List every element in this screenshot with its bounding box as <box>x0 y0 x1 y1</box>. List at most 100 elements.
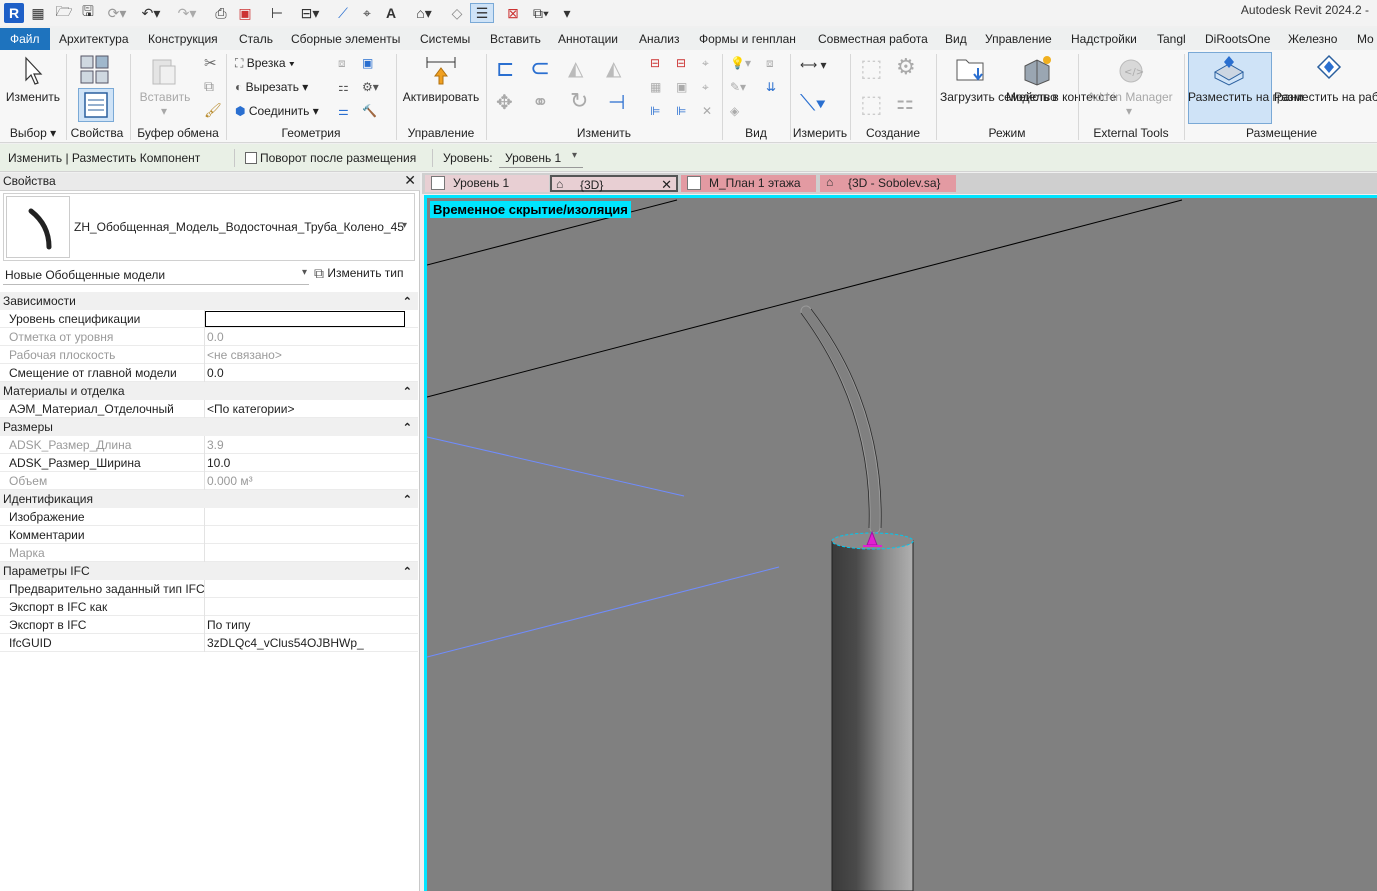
create-group-icon[interactable]: ⬚ <box>860 90 883 119</box>
geometry-tool-1-icon[interactable]: ⧈ <box>338 56 346 71</box>
property-value[interactable]: 0.0 <box>207 364 224 382</box>
measure-between-icon[interactable]: ⟷ ▾ <box>800 58 827 72</box>
tab-massing-site[interactable]: Формы и генплан <box>699 28 796 50</box>
paste-icon[interactable] <box>149 56 179 88</box>
property-group-header[interactable]: Материалы и отделка ⌃ <box>0 382 418 400</box>
tab-precast[interactable]: Сборные элементы <box>291 28 400 50</box>
property-row[interactable]: Комментарии <box>0 526 418 544</box>
property-value[interactable] <box>205 311 405 327</box>
edit-type-button[interactable]: ⧉ Изменить тип <box>314 265 404 285</box>
geometry-tool-3-icon[interactable]: ⚏ <box>338 80 349 94</box>
offset-icon[interactable]: ⊂ <box>530 54 550 83</box>
export-icon[interactable]: ▣ <box>236 3 254 23</box>
collapse-icon[interactable]: ⌃ <box>403 419 412 437</box>
tag-icon[interactable]: ⌖ <box>358 3 376 23</box>
linework-icon[interactable]: ✎▾ <box>730 80 746 94</box>
property-row[interactable]: Объем 0.000 м³ <box>0 472 418 490</box>
trim-multiple-icon[interactable]: ⊫ <box>650 104 660 118</box>
split-icon[interactable]: ⊟ <box>650 56 660 70</box>
tab-manage[interactable]: Управление <box>985 28 1052 50</box>
panel-select[interactable]: Выбор ▾ <box>4 126 62 142</box>
property-row[interactable]: Марка <box>0 544 418 562</box>
property-group-header[interactable]: Размеры ⌃ <box>0 418 418 436</box>
view-tab-level-1[interactable]: Уровень 1 <box>425 175 549 192</box>
property-row[interactable]: Смещение от главной модели 0.0 <box>0 364 418 382</box>
property-row[interactable]: Уровень спецификации <box>0 310 418 328</box>
close-hidden-icon[interactable]: ⊠ <box>504 3 522 23</box>
scale-icon[interactable]: ▣ <box>676 80 687 94</box>
instance-filter-select[interactable]: Новые Обобщенные модели ▾ <box>3 265 309 285</box>
property-value[interactable]: 10.0 <box>207 454 230 472</box>
text-icon[interactable]: A <box>382 3 400 23</box>
property-group-header[interactable]: Параметры IFC ⌃ <box>0 562 418 580</box>
sync-icon[interactable]: ⟳▾ <box>106 3 128 23</box>
view-tool-icon[interactable]: ⇊ <box>766 80 776 94</box>
create-assembly-icon[interactable]: ⬚ <box>860 54 883 83</box>
tab-annotate[interactable]: Аннотации <box>558 28 618 50</box>
tab-tangl[interactable]: Tangl <box>1157 28 1186 50</box>
copy-icon[interactable]: ⧉ <box>204 78 214 95</box>
thin-lines-icon[interactable]: ☰ <box>470 3 494 23</box>
property-row[interactable]: Изображение <box>0 508 418 526</box>
cut-scissors-icon[interactable]: ✂ <box>204 54 217 72</box>
tab-collaborate[interactable]: Совместная работа <box>818 28 928 50</box>
trim-single-icon[interactable]: ⊫ <box>676 104 686 118</box>
property-row[interactable]: Экспорт в IFC По типу <box>0 616 418 634</box>
property-group-header[interactable]: Идентификация ⌃ <box>0 490 418 508</box>
pin-icon[interactable]: ⌖ <box>702 56 709 71</box>
split-gap-icon[interactable]: ⊟ <box>676 56 686 70</box>
collapse-icon[interactable]: ⌃ <box>403 563 412 581</box>
tab-dirootsone[interactable]: DiRootsOne <box>1205 28 1270 50</box>
close-tab-icon[interactable]: ✕ <box>661 176 672 193</box>
collapse-icon[interactable]: ⌃ <box>403 293 412 311</box>
mirror-draw-icon[interactable]: ◭ <box>606 56 621 81</box>
property-value[interactable]: <По категории> <box>207 400 294 418</box>
array-icon[interactable]: ▦ <box>650 80 661 94</box>
property-row[interactable]: АЭМ_Материал_Отделочный <По категории> <box>0 400 418 418</box>
property-row[interactable]: Отметка от уровня 0.0 <box>0 328 418 346</box>
tab-addins[interactable]: Надстройки <box>1071 28 1137 50</box>
create-parts-icon[interactable]: ⚙ <box>896 54 916 80</box>
property-row[interactable]: Предварительно заданный тип IFC <box>0 580 418 598</box>
type-selector[interactable]: ZH_Обобщенная_Модель_Водосточная_Труба_К… <box>3 193 415 261</box>
undo-icon[interactable]: ↶▾ <box>140 3 162 23</box>
save-icon[interactable]: 🖫 <box>80 3 96 23</box>
geometry-tool-2-icon[interactable]: ▣ <box>362 56 373 70</box>
tab-zhelezno[interactable]: Железно <box>1288 28 1337 50</box>
home-grid-icon[interactable]: ▦ <box>30 3 46 23</box>
property-value[interactable]: 3zDLQc4_vClus54OJBHWp_ <box>207 634 364 652</box>
tab-structure[interactable]: Конструкция <box>148 28 218 50</box>
delete-icon[interactable]: ✕ <box>702 104 712 118</box>
tab-insert[interactable]: Вставить <box>490 28 541 50</box>
tab-systems[interactable]: Системы <box>420 28 470 50</box>
align-dimension-icon[interactable]: ⊢ <box>268 3 286 23</box>
3d-view-icon[interactable]: ⌂▾ <box>410 3 438 23</box>
property-group-header[interactable]: Зависимости ⌃ <box>0 292 418 310</box>
tab-file[interactable]: Файл <box>0 28 50 50</box>
join-button[interactable]: ⬢ Соединить ▾ <box>235 104 319 118</box>
place-on-work-plane-button[interactable]: Разместить на рабочей плоскост <box>1274 90 1377 105</box>
paste-dropdown-icon[interactable]: ▾ <box>161 104 167 118</box>
tab-analyze[interactable]: Анализ <box>639 28 680 50</box>
redo-icon[interactable]: ↷▾ <box>176 3 198 23</box>
open-folder-icon[interactable]: 🗁 <box>55 3 72 23</box>
downpipe-body[interactable] <box>831 540 914 891</box>
geometry-tool-5-icon[interactable]: ⚌ <box>338 104 349 118</box>
measure-icon[interactable]: ⊟▾ <box>298 3 322 23</box>
geometry-tool-4-icon[interactable]: ⚙▾ <box>362 80 379 94</box>
collapse-icon[interactable]: ⌃ <box>403 491 412 509</box>
create-similar-icon[interactable]: ⚏ <box>896 90 914 115</box>
property-row[interactable]: ADSK_Размер_Ширина 10.0 <box>0 454 418 472</box>
tab-steel[interactable]: Сталь <box>239 28 273 50</box>
qat-customize-icon[interactable]: ▾ <box>560 3 574 23</box>
level-select[interactable]: Уровень 1 ▾ <box>499 148 583 168</box>
align-icon[interactable]: ⊏ <box>496 56 514 82</box>
modify-button[interactable]: Изменить <box>5 90 61 105</box>
view-tab-3d-sobolev[interactable]: ⌂ {3D - Sobolev.sa} <box>820 175 956 192</box>
hide-element-icon[interactable]: 💡▾ <box>730 56 751 70</box>
rotate-icon[interactable]: ↻ <box>570 88 588 114</box>
property-value[interactable]: По типу <box>207 616 250 634</box>
activate-button[interactable]: Активировать <box>398 90 484 105</box>
aligned-dim-icon[interactable]: ⟋ <box>334 3 352 23</box>
close-icon[interactable]: ✕ <box>404 172 416 189</box>
